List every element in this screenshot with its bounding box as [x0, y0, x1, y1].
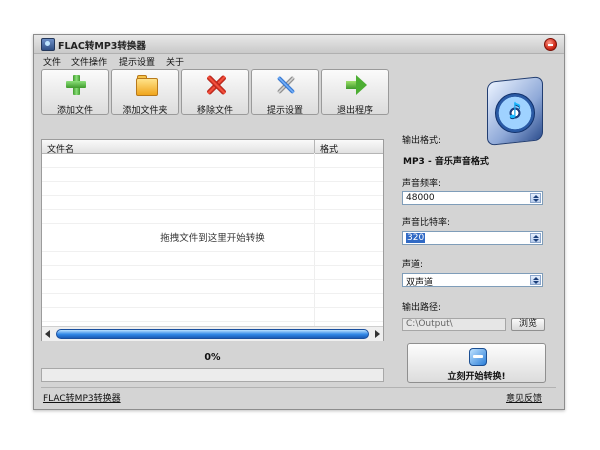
- scroll-left-icon[interactable]: [45, 330, 50, 338]
- remove-file-button[interactable]: 移除文件: [181, 69, 249, 116]
- settings-button[interactable]: 提示设置: [251, 69, 319, 116]
- close-button[interactable]: [544, 38, 557, 51]
- window-title: FLAC转MP3转换器: [58, 41, 146, 52]
- delete-x-icon: [205, 74, 227, 96]
- menu-prompt-settings[interactable]: 提示设置: [119, 55, 155, 68]
- menu-file[interactable]: 文件: [43, 55, 61, 68]
- add-folder-button[interactable]: 添加文件夹: [111, 69, 179, 116]
- dropdown-arrow-icon[interactable]: [530, 275, 541, 285]
- column-header-filename[interactable]: 文件名: [47, 142, 74, 155]
- app-icon: [41, 38, 55, 51]
- tools-icon: [275, 74, 297, 96]
- add-file-label: 添加文件: [56, 106, 93, 116]
- title-bar: FLAC转MP3转换器: [34, 35, 564, 54]
- scroll-right-icon[interactable]: [375, 330, 380, 338]
- add-file-button[interactable]: 添加文件: [41, 69, 109, 116]
- frequency-select[interactable]: 48000: [402, 191, 543, 205]
- plus-icon: [65, 74, 87, 96]
- exit-button[interactable]: 退出程序: [321, 69, 389, 116]
- remove-file-label: 移除文件: [196, 106, 233, 116]
- menu-bar: 文件 文件操作 提示设置 关于: [34, 53, 564, 68]
- folder-icon: [135, 74, 158, 96]
- feedback-link[interactable]: 意见反馈: [506, 391, 542, 404]
- convert-icon: [469, 348, 487, 366]
- progress-percent: 0%: [204, 352, 221, 363]
- channel-label: 声道:: [402, 260, 424, 270]
- output-format-label: 输出格式:: [402, 136, 442, 146]
- file-list-header: 文件名 格式: [42, 140, 383, 155]
- app-window: FLAC转MP3转换器 文件 文件操作 提示设置 关于 添加文件 添加文件夹 移…: [33, 34, 565, 410]
- frequency-value: 48000: [406, 193, 435, 203]
- channel-value: 双声道: [406, 278, 434, 288]
- arrow-right-icon: [345, 74, 367, 96]
- exit-label: 退出程序: [336, 106, 373, 116]
- progress-bar: [41, 368, 384, 382]
- browse-button[interactable]: 浏览: [511, 318, 545, 331]
- music-logo-icon: ♪: [479, 75, 555, 151]
- file-list[interactable]: 文件名 格式 拖拽文件到这里开始转换: [41, 139, 384, 341]
- start-convert-label: 立刻开始转换!: [447, 372, 506, 382]
- output-format-value: MP3 - 音乐声音格式: [403, 157, 489, 167]
- bitrate-label: 声音比特率:: [402, 218, 451, 228]
- output-path-input[interactable]: C:\Output\: [402, 318, 506, 331]
- scroll-thumb[interactable]: [56, 329, 369, 339]
- menu-file-ops[interactable]: 文件操作: [71, 55, 107, 68]
- add-folder-label: 添加文件夹: [122, 106, 168, 116]
- start-convert-button[interactable]: 立刻开始转换!: [407, 343, 546, 383]
- app-home-link[interactable]: FLAC转MP3转换器: [43, 391, 121, 404]
- output-path-label: 输出路径:: [402, 303, 442, 313]
- drop-hint-text: 拖拽文件到这里开始转换: [160, 233, 265, 244]
- menu-about[interactable]: 关于: [166, 55, 184, 68]
- footer-divider: [41, 387, 556, 388]
- frequency-label: 声音频率:: [402, 179, 442, 189]
- column-header-format[interactable]: 格式: [320, 142, 338, 155]
- horizontal-scrollbar[interactable]: [42, 326, 383, 341]
- dropdown-arrow-icon[interactable]: [530, 193, 541, 203]
- bitrate-value: 320: [406, 233, 426, 243]
- settings-label: 提示设置: [266, 106, 303, 116]
- dropdown-arrow-icon[interactable]: [530, 233, 541, 243]
- bitrate-select[interactable]: 320: [402, 231, 543, 245]
- channel-select[interactable]: 双声道: [402, 273, 543, 288]
